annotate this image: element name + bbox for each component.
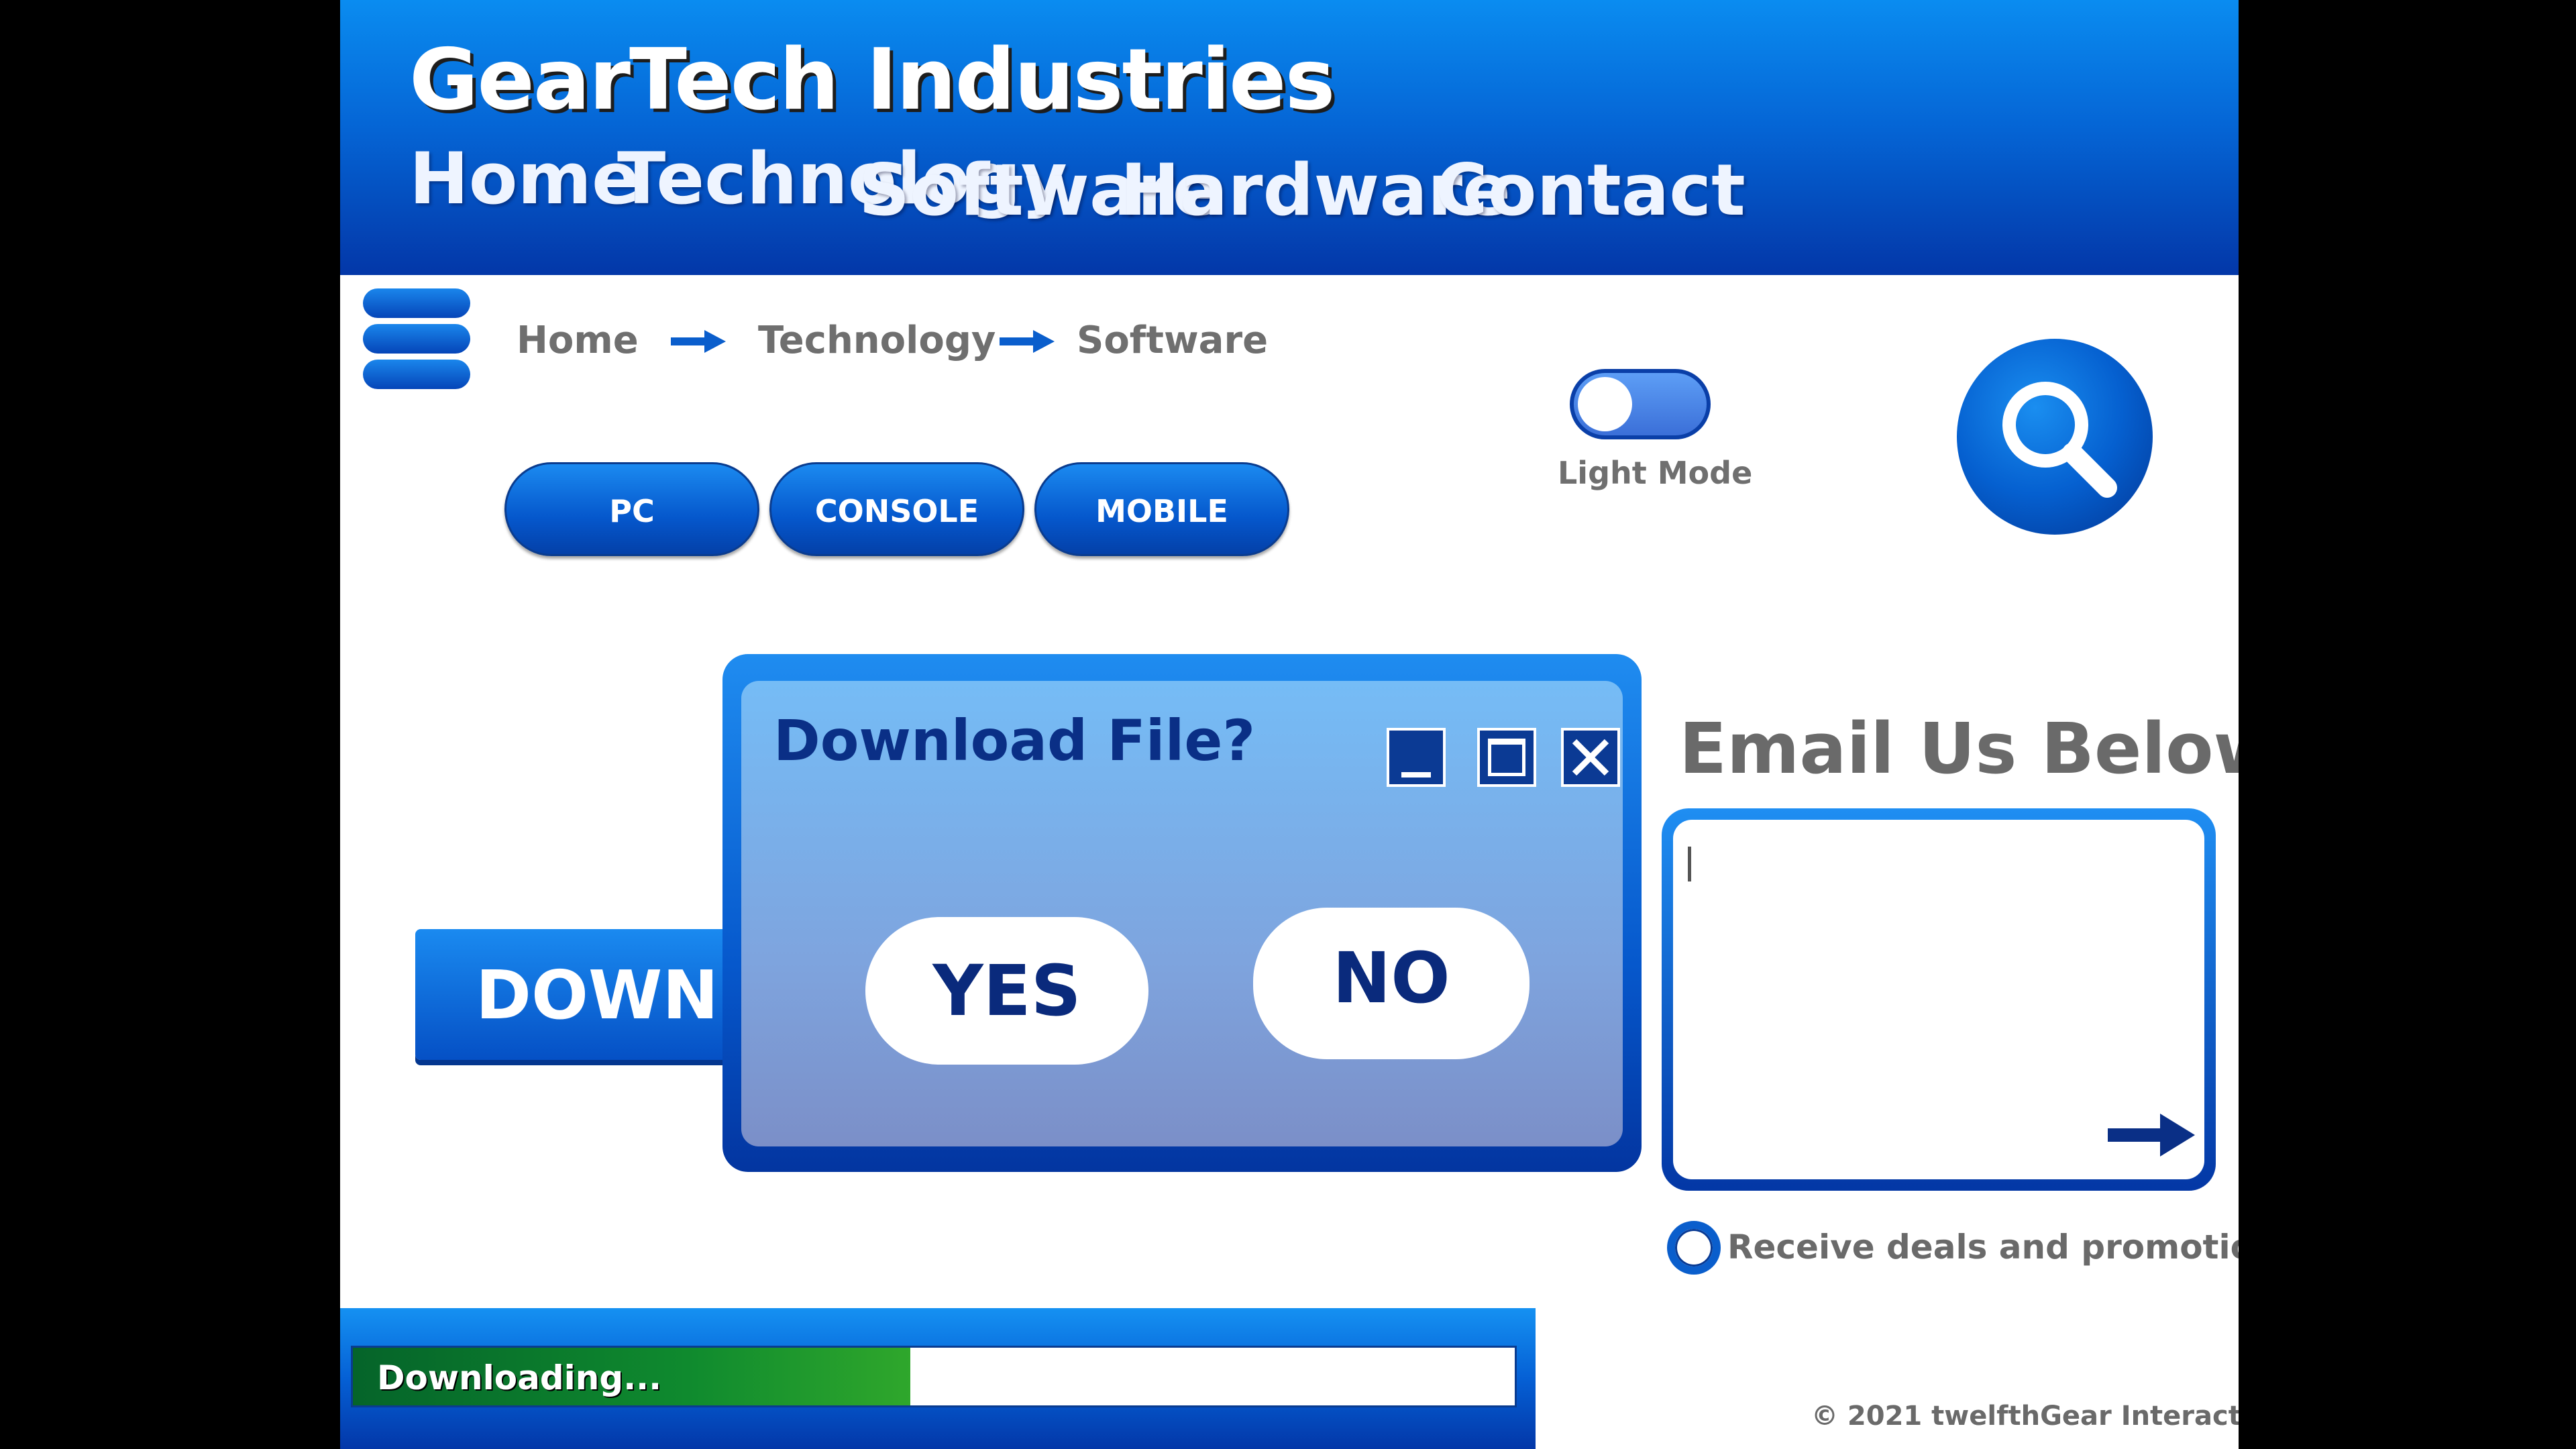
dialog-title: Download File?: [773, 708, 1256, 773]
dialog-body: Download File? YES NO: [741, 681, 1623, 1146]
breadcrumb-technology[interactable]: Technology: [758, 319, 996, 362]
close-icon[interactable]: [1561, 728, 1620, 787]
copyright: © 2021 twelfthGear Interactive: [1811, 1401, 2239, 1432]
menu-bar: [363, 360, 470, 389]
email-field-frame: [1662, 808, 2216, 1191]
hamburger-menu-icon[interactable]: [340, 0, 488, 402]
progress-bar: Downloading...: [351, 1346, 1517, 1407]
nav-contact[interactable]: Contact: [1436, 149, 1746, 231]
minimize-icon[interactable]: [1387, 728, 1446, 787]
menu-bar: [363, 324, 470, 354]
arrow-right-icon: [671, 330, 726, 353]
maximize-glyph: [1488, 739, 1525, 776]
filter-console-button[interactable]: CONSOLE: [769, 462, 1024, 556]
no-button[interactable]: NO: [1253, 908, 1529, 1059]
filter-pc-button[interactable]: PC: [504, 462, 759, 556]
download-progress-panel: Downloading...: [340, 1308, 1536, 1449]
filter-mobile-button[interactable]: MOBILE: [1034, 462, 1289, 556]
email-heading: Email Us Below: [1679, 708, 2239, 790]
brand-title: GearTech Industries: [409, 30, 1335, 129]
breadcrumb-software[interactable]: Software: [1077, 319, 1268, 362]
search-button[interactable]: [1957, 339, 2153, 535]
promo-checkbox[interactable]: [1667, 1221, 1721, 1275]
download-dialog: Download File? YES NO: [722, 654, 1642, 1172]
arrow-right-icon: [1000, 330, 1055, 353]
search-icon: [2002, 382, 2117, 498]
close-glyph: [1572, 739, 1609, 776]
page: GearTech Industries Home Technology Soft…: [340, 0, 2239, 1449]
header: GearTech Industries Home Technology Soft…: [340, 0, 2239, 275]
maximize-icon[interactable]: [1477, 728, 1536, 787]
breadcrumb-home[interactable]: Home: [517, 319, 639, 362]
toggle-knob: [1578, 377, 1632, 431]
light-mode-label: Light Mode: [1558, 455, 1753, 491]
menu-bar: [363, 288, 470, 318]
yes-button[interactable]: YES: [865, 917, 1148, 1065]
caret: [1688, 847, 1691, 881]
minimize-glyph: [1401, 772, 1431, 777]
light-mode-toggle[interactable]: [1570, 369, 1711, 439]
arrow-right-icon[interactable]: [2108, 1114, 2195, 1157]
progress-label: Downloading...: [377, 1358, 662, 1397]
promo-label: Receive deals and promotions?: [1727, 1228, 2239, 1267]
